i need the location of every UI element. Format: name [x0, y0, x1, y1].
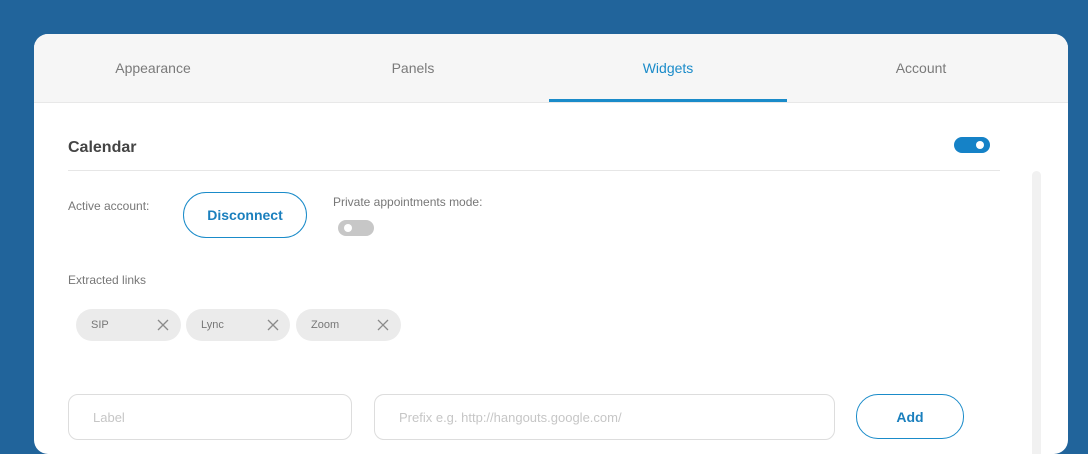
calendar-section-title: Calendar	[68, 139, 137, 156]
active-account-label: Active account:	[68, 199, 150, 213]
tab-appearance[interactable]: Appearance	[34, 34, 272, 102]
link-chip-label: SIP	[91, 319, 109, 331]
link-chip-zoom: Zoom	[296, 309, 401, 341]
scrollbar-track[interactable]	[1032, 171, 1041, 454]
tab-widgets[interactable]: Widgets	[549, 34, 787, 102]
link-chip-lync: Lync	[186, 309, 290, 341]
close-icon[interactable]	[266, 318, 280, 332]
link-label-input[interactable]	[68, 394, 352, 440]
private-mode-label: Private appointments mode:	[333, 195, 483, 209]
calendar-enabled-toggle[interactable]	[954, 137, 990, 153]
settings-tabbar: Appearance Panels Widgets Account	[34, 34, 1068, 103]
close-icon[interactable]	[376, 318, 390, 332]
tab-account[interactable]: Account	[802, 34, 1040, 102]
private-mode-toggle[interactable]	[338, 220, 374, 236]
active-tab-indicator	[549, 99, 787, 102]
settings-dialog: Appearance Panels Widgets Account Calend…	[34, 34, 1068, 454]
link-chip-label: Lync	[201, 319, 224, 331]
disconnect-button[interactable]: Disconnect	[183, 192, 307, 238]
tab-panels-label: Panels	[391, 60, 435, 76]
link-prefix-input[interactable]	[374, 394, 835, 440]
link-chip-label: Zoom	[311, 319, 340, 331]
close-icon[interactable]	[156, 318, 170, 332]
tab-panels[interactable]: Panels	[294, 34, 532, 102]
toggle-knob	[344, 224, 352, 232]
add-link-button[interactable]: Add	[856, 394, 964, 439]
tab-widgets-label: Widgets	[642, 60, 694, 76]
disconnect-button-label: Disconnect	[207, 207, 283, 223]
section-divider	[68, 170, 1000, 171]
widgets-panel: Calendar Active account: Disconnect Priv…	[34, 103, 1068, 454]
tab-appearance-label: Appearance	[115, 60, 191, 76]
link-chip-sip: SIP	[76, 309, 181, 341]
toggle-knob	[976, 141, 984, 149]
tab-account-label: Account	[895, 60, 947, 76]
extracted-links-label: Extracted links	[68, 273, 147, 287]
add-link-button-label: Add	[896, 408, 924, 425]
